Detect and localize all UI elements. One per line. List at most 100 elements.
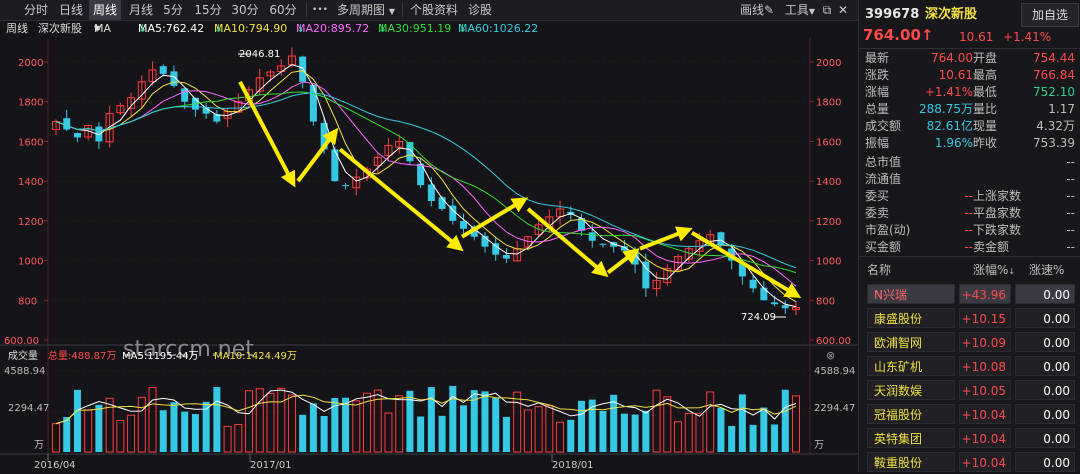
tab-60min[interactable]: 60分 <box>266 0 300 20</box>
stat-value: 1.96% <box>934 136 973 150</box>
stat-value: 1.17 <box>1048 102 1075 116</box>
stock-info-button[interactable]: 个股资料 <box>406 0 462 20</box>
tab-daily[interactable]: 日线 <box>56 0 86 20</box>
tab-intraday[interactable]: 分时 <box>22 0 50 20</box>
price-axis-label-right: 1800 <box>816 98 841 109</box>
stock-name[interactable]: 欧浦智网 <box>867 332 955 352</box>
volume-bar <box>170 402 178 452</box>
stat-label: 最新 <box>865 51 890 65</box>
restore-icon[interactable]: ⧉ <box>820 0 834 20</box>
price-axis-label: 1800 <box>18 98 43 109</box>
volume-bar <box>191 414 199 452</box>
stat-value: -- <box>964 240 973 254</box>
volume-close-icon[interactable]: ⊗ <box>826 349 835 362</box>
tools-button[interactable]: 工具▼ <box>782 0 818 20</box>
list-item[interactable]: 康盛股份 +10.15 0.00 <box>859 306 1080 330</box>
stat-label: 上涨家数 <box>973 189 1022 203</box>
list-item[interactable]: 欧浦智网 +10.09 0.00 <box>859 330 1080 354</box>
list-item[interactable]: 冠福股份 +10.04 0.00 <box>859 402 1080 426</box>
tab-30min[interactable]: 30分 <box>229 0 261 20</box>
volume-bar <box>342 397 350 452</box>
legend-ma10-value: MA10:794.90 <box>214 22 288 35</box>
price-axis-label: 1400 <box>18 177 43 188</box>
stock-pct: +10.08 <box>959 356 1011 376</box>
stock-speed: 0.00 <box>1015 356 1075 376</box>
kline-chart[interactable]: 2000 2000 1800 1800 1600 1600 1400 1400 1200 1200… <box>0 38 858 472</box>
tools-label: 工具 <box>784 3 809 17</box>
stat-value: -- <box>1066 223 1075 237</box>
volume-bar <box>159 410 167 452</box>
stock-name[interactable]: 冠福股份 <box>867 404 955 424</box>
multi-period-button[interactable]: 多周期图 ▼ <box>333 0 399 20</box>
stat-value: +1.41% <box>924 85 973 99</box>
price-axis-label-right: 1000 <box>816 257 841 268</box>
current-price-value: 764.00 <box>863 26 921 44</box>
price-axis-label: 1200 <box>18 217 43 228</box>
volume-bar <box>749 424 757 452</box>
legend-period: 周线 <box>6 22 28 35</box>
down-arrow-icon: ↓ <box>214 22 224 35</box>
up-arrow-icon: ↑ <box>920 26 934 44</box>
stat-value: -- <box>1066 172 1075 186</box>
candle-body <box>771 302 779 305</box>
stock-name[interactable]: N兴瑞 <box>867 284 955 304</box>
diagnose-button[interactable]: 诊股 <box>466 0 494 20</box>
list-item[interactable]: 山东矿机 +10.08 0.00 <box>859 354 1080 378</box>
stock-pct: +10.04 <box>959 452 1011 472</box>
close-icon[interactable]: ✕ <box>836 0 850 20</box>
more-periods-button[interactable]: ••• <box>310 0 330 20</box>
stat-label: 涨幅 <box>865 85 890 99</box>
tab-weekly[interactable]: 周线 <box>89 0 121 20</box>
ma-legend: 周线 深次新股 MA ▼ MA5:762.42 ↓ MA10:794.90 ↓ MA… <box>0 20 858 38</box>
volume-axis-unit: 万 <box>34 440 44 451</box>
stock-name[interactable]: 康盛股份 <box>867 308 955 328</box>
sort-desc-icon: ↓ <box>1008 267 1016 276</box>
stat-value: 82.61亿 <box>926 119 973 133</box>
stock-name[interactable]: 天润数娱 <box>867 380 955 400</box>
stock-speed: 0.00 <box>1015 428 1075 448</box>
legend-ma20-value: MA20:895.72 <box>296 22 370 35</box>
volume-bar <box>781 389 789 452</box>
stock-speed: 0.00 <box>1015 332 1075 352</box>
col-header-pct[interactable]: 涨幅%↓ <box>973 262 1015 280</box>
list-item[interactable]: 英特集团 +10.04 0.00 <box>859 426 1080 450</box>
col-header-speed[interactable]: 涨速% <box>1029 262 1064 279</box>
stat-label: 成交额 <box>865 119 902 133</box>
candle-body <box>309 84 317 122</box>
stat-label: 委买 <box>865 189 890 203</box>
down-arrow-icon: ↓ <box>296 22 306 35</box>
stat-value: 764.00 <box>931 51 973 65</box>
stat-value: -- <box>1066 206 1075 220</box>
volume-total: 总量:488.87万 <box>48 349 116 362</box>
stock-name[interactable]: 山东矿机 <box>867 356 955 376</box>
volume-bar <box>213 387 221 452</box>
stat-label: 最高 <box>973 68 998 82</box>
col-header-name[interactable]: 名称 <box>867 262 891 279</box>
volume-bar <box>620 413 628 452</box>
price-change: 10.61 <box>959 30 994 44</box>
list-item[interactable]: 鞍重股份 +10.04 0.00 <box>859 450 1080 474</box>
list-item[interactable]: 天润数娱 +10.05 0.00 <box>859 378 1080 402</box>
stock-name[interactable]: 英特集团 <box>867 428 955 448</box>
stat-value: 752.10 <box>1033 85 1075 99</box>
price-axis-label: 800 <box>18 296 37 307</box>
stat-label: 市盈(动) <box>865 223 911 237</box>
draw-line-button[interactable]: 画线✎ <box>734 0 780 20</box>
add-watchlist-button[interactable]: 加自选 <box>1021 3 1079 27</box>
chevron-down-icon: ▼ <box>94 24 101 33</box>
period-toolbar: 分时 日线 周线 月线 5分 15分 30分 60分 ••• 多周期图 ▼ 个股… <box>0 0 858 21</box>
volume-axis-unit-right: 万 <box>814 440 824 451</box>
price-axis-label-right: 800 <box>816 296 835 307</box>
list-item[interactable]: N兴瑞 +43.96 0.00 <box>859 282 1080 306</box>
down-arrow-icon: ↓ <box>378 22 388 35</box>
candle-body <box>599 243 607 245</box>
tab-monthly[interactable]: 月线 <box>126 0 156 20</box>
tab-15min[interactable]: 15分 <box>192 0 224 20</box>
candle-body <box>159 66 167 74</box>
quote-panel: 399678 深次新股 加自选 764.00↑ 10.61 +1.41% 最新 7… <box>858 0 1080 472</box>
stock-name[interactable]: 鞍重股份 <box>867 452 955 472</box>
tab-5min[interactable]: 5分 <box>160 0 186 20</box>
candle-body <box>760 287 768 301</box>
price-change-pct: +1.41% <box>1003 30 1052 44</box>
price-axis-label: 600.00 <box>4 336 39 347</box>
